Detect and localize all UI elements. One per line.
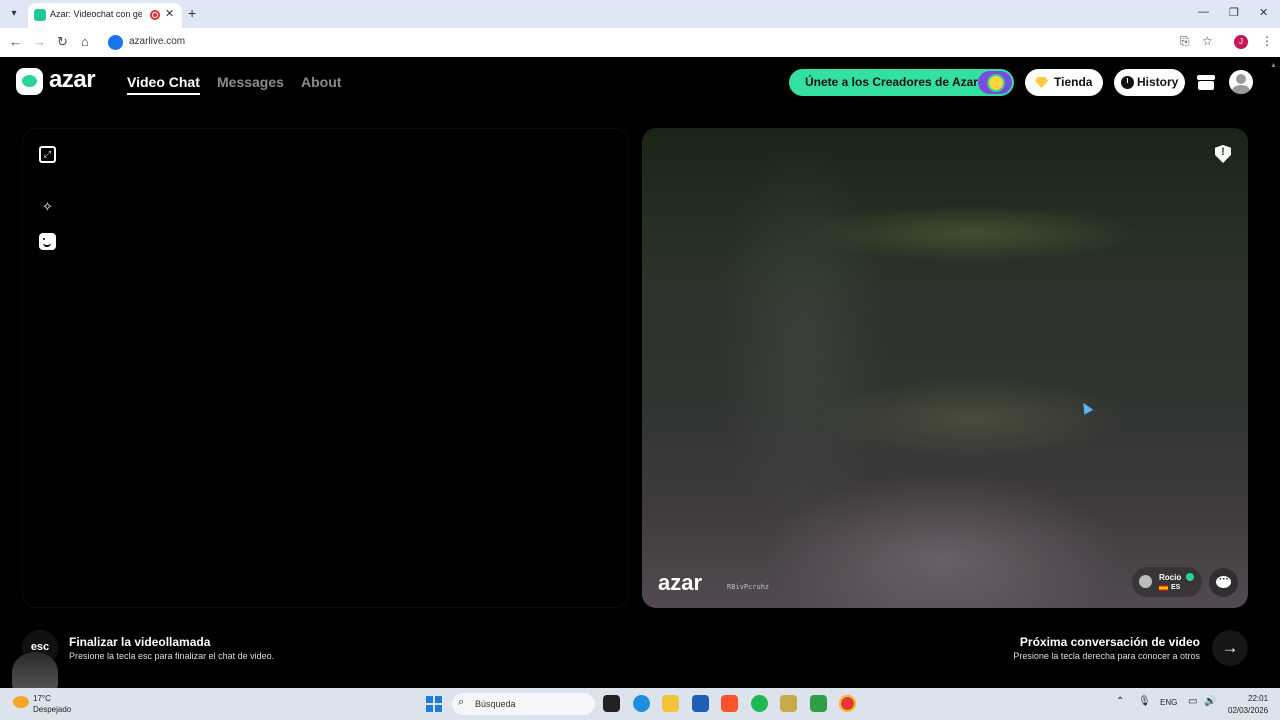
window-close-icon[interactable]: ✕ (1259, 6, 1268, 19)
watermark-code: RBivPcruhz (727, 583, 770, 591)
recording-icon (150, 10, 160, 20)
restore-icon[interactable]: ❐ (1229, 6, 1239, 19)
verified-badge-icon (1186, 573, 1194, 581)
remote-video-panel (642, 128, 1248, 608)
gem-icon (1035, 77, 1048, 88)
taskbar-search[interactable]: ⌕ Búsqueda (452, 693, 595, 715)
face-filter-icon[interactable] (39, 233, 56, 250)
partner-info-chip[interactable]: Rocio ES (1132, 567, 1202, 597)
windows-taskbar: 17°C Despejado ⌕ Búsqueda ⌃ 🎙 ENG ▭ 🔊 22… (0, 688, 1280, 720)
azar-favicon-icon (34, 9, 46, 21)
weather-description[interactable]: Despejado (33, 705, 71, 714)
search-icon: ⌕ (458, 696, 465, 708)
chrome-icon[interactable] (839, 695, 856, 712)
address-bar: ← → ↻ ⌂ azarlive.com ⎘ ☆ ⋮ (0, 28, 1280, 57)
brand-name[interactable]: azar (49, 66, 96, 94)
brave-icon[interactable] (721, 695, 738, 712)
webcam-overlay-image (12, 652, 58, 692)
site-info-icon[interactable] (108, 35, 123, 50)
join-creators-label: Únete a los Creadores de Azar (805, 75, 978, 89)
report-shield-glyph: ! (1221, 146, 1225, 158)
windows-start-icon[interactable] (426, 696, 442, 712)
network-icon[interactable]: ▭ (1188, 696, 1197, 707)
user-avatar[interactable] (1229, 70, 1253, 94)
video-watermark-logo: azar (658, 570, 703, 595)
magic-wand-icon[interactable]: ✧ (39, 198, 56, 215)
nav-video-chat[interactable]: Video Chat (127, 74, 200, 95)
forward-icon[interactable]: → (33, 34, 46, 49)
history-button[interactable]: History (1114, 69, 1185, 96)
home-icon[interactable]: ⌂ (81, 34, 89, 49)
input-language[interactable]: ENG (1160, 698, 1177, 707)
search-placeholder: Búsqueda (475, 699, 516, 709)
clock-time[interactable]: 22:01 (1248, 694, 1268, 703)
esc-key-label: esc (30, 641, 50, 653)
task-view-icon[interactable] (603, 695, 620, 712)
browser-tab[interactable]: Azar: Videochat con gente ✕ (28, 3, 182, 28)
azar-logo-icon[interactable] (16, 68, 43, 95)
store-icon[interactable] (692, 695, 709, 712)
file-explorer-icon[interactable] (662, 695, 679, 712)
weather-temperature[interactable]: 17°C (33, 694, 51, 703)
minimize-icon[interactable]: — (1198, 6, 1209, 18)
nav-messages[interactable]: Messages (217, 74, 284, 90)
profile-avatar[interactable]: J (1234, 35, 1248, 49)
edge-icon[interactable] (633, 695, 650, 712)
clock-date[interactable]: 02/03/2026 (1228, 706, 1268, 715)
weather-icon[interactable] (13, 696, 29, 708)
inbox-icon[interactable] (1196, 72, 1216, 92)
url-text[interactable]: azarlive.com (129, 36, 185, 47)
tab-search-icon[interactable]: ▾ (6, 6, 22, 22)
reload-icon[interactable]: ↻ (57, 34, 68, 50)
partner-name: Rocio (1159, 573, 1182, 582)
end-call-title: Finalizar la videollamada (69, 635, 211, 649)
partner-language: ES (1171, 584, 1181, 591)
notes-app-icon[interactable] (780, 695, 797, 712)
bookmark-star-icon[interactable]: ☆ (1202, 34, 1213, 48)
shop-button[interactable]: Tienda (1025, 69, 1103, 96)
expand-icon[interactable]: ⤢ (39, 146, 56, 163)
volume-icon[interactable]: 🔊 (1204, 696, 1216, 707)
tab-title: Azar: Videochat con gente (50, 9, 142, 19)
scroll-up-icon[interactable]: ▲ (1270, 62, 1277, 69)
next-chat-title: Próxima conversación de video (1019, 635, 1200, 649)
microphone-icon[interactable]: 🎙 (1138, 696, 1151, 707)
clock-icon (1121, 76, 1134, 89)
end-call-subtitle: Presione la tecla esc para finalizar el … (69, 651, 275, 661)
chat-app-icon[interactable] (810, 695, 827, 712)
spotify-icon[interactable] (751, 695, 768, 712)
new-tab-icon[interactable]: + (188, 5, 196, 21)
shop-label: Tienda (1054, 75, 1093, 89)
nav-about[interactable]: About (301, 74, 341, 90)
creators-illustration-icon (978, 71, 1012, 94)
local-video-panel (22, 128, 629, 608)
spain-flag-icon (1159, 585, 1168, 591)
history-label: History (1137, 75, 1179, 89)
install-app-icon[interactable]: ⎘ (1180, 34, 1190, 49)
next-chat-subtitle: Presione la tecla derecha para conocer a… (1013, 651, 1200, 661)
partner-avatar (1139, 575, 1152, 588)
tab-close-icon[interactable]: ✕ (165, 7, 174, 20)
omnibox[interactable]: azarlive.com (104, 32, 1224, 53)
chat-bubble-button[interactable] (1209, 568, 1238, 597)
back-icon[interactable]: ← (9, 34, 22, 49)
tray-overflow-icon[interactable]: ⌃ (1116, 696, 1124, 707)
browser-tab-bar: ▾ Azar: Videochat con gente ✕ + — ❐ ✕ (0, 0, 1280, 28)
next-arrow-button[interactable]: → (1212, 630, 1248, 666)
join-creators-button[interactable]: Únete a los Creadores de Azar (789, 69, 1014, 96)
more-menu-icon[interactable]: ⋮ (1261, 34, 1273, 48)
